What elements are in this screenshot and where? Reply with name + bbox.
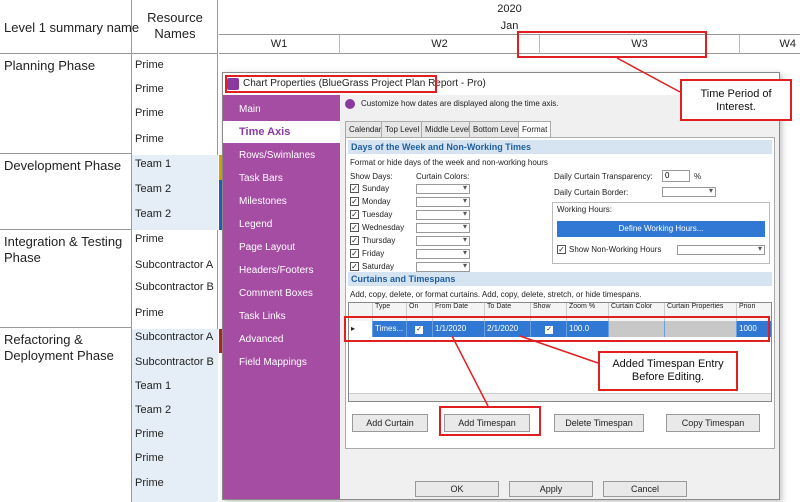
callout-line: [616, 57, 681, 93]
callout-line: [451, 335, 489, 407]
time-period-callout: Time Period of Interest.: [680, 79, 792, 121]
callout-lines: [451, 57, 681, 407]
timespan-callout: Added Timespan Entry Before Editing.: [598, 351, 738, 391]
callout-line: [519, 335, 599, 364]
